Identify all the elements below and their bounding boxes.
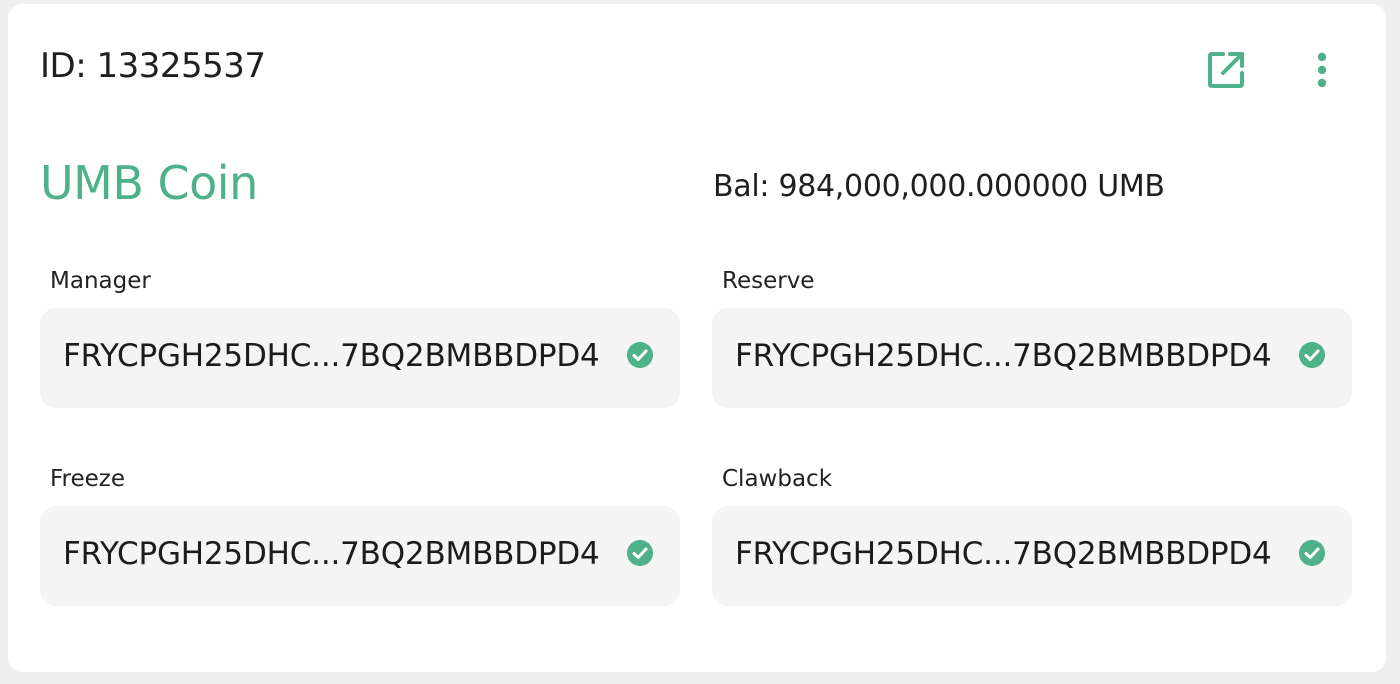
asset-card: ID: 13325537 UMB Coin Bal: 984,000,000.0… — [8, 4, 1386, 672]
check-circle-icon — [627, 540, 653, 566]
reserve-label: Reserve — [722, 268, 815, 294]
asset-name: UMB Coin — [40, 156, 258, 210]
clawback-address-box[interactable]: FRYCPGH25DHC...7BQ2BMBBDPD4 — [712, 506, 1352, 606]
open-external-button[interactable] — [1200, 44, 1252, 96]
reserve-address-box[interactable]: FRYCPGH25DHC...7BQ2BMBBDPD4 — [712, 308, 1352, 408]
clawback-label: Clawback — [722, 466, 833, 492]
asset-balance: Bal: 984,000,000.000000 UMB — [713, 169, 1165, 204]
clawback-address: FRYCPGH25DHC...7BQ2BMBBDPD4 — [735, 536, 1272, 572]
check-circle-icon — [1299, 540, 1325, 566]
freeze-address: FRYCPGH25DHC...7BQ2BMBBDPD4 — [63, 536, 600, 572]
freeze-address-box[interactable]: FRYCPGH25DHC...7BQ2BMBBDPD4 — [40, 506, 680, 606]
check-circle-icon — [627, 342, 653, 368]
freeze-label: Freeze — [50, 466, 126, 492]
manager-address-box[interactable]: FRYCPGH25DHC...7BQ2BMBBDPD4 — [40, 308, 680, 408]
asset-id: ID: 13325537 — [40, 46, 266, 86]
manager-address: FRYCPGH25DHC...7BQ2BMBBDPD4 — [63, 338, 600, 374]
reserve-address: FRYCPGH25DHC...7BQ2BMBBDPD4 — [735, 338, 1272, 374]
more-vertical-icon — [1317, 52, 1327, 88]
manager-label: Manager — [50, 268, 151, 294]
more-options-button[interactable] — [1298, 44, 1346, 96]
open-in-new-icon — [1208, 52, 1244, 88]
check-circle-icon — [1299, 342, 1325, 368]
